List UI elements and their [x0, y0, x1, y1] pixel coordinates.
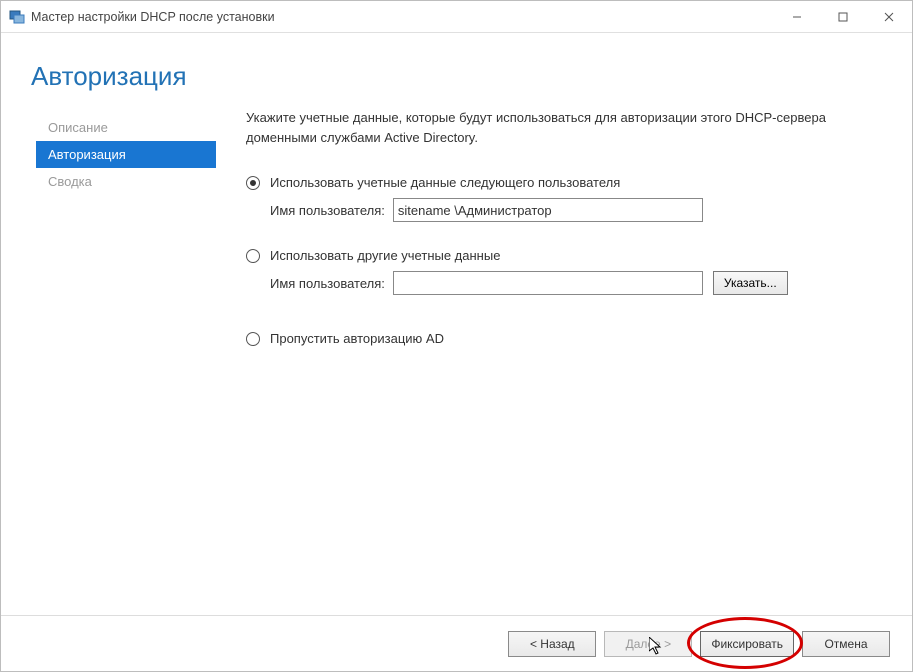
- sidebar-step-description[interactable]: Описание: [36, 114, 216, 141]
- intro-text: Укажите учетные данные, которые будут ис…: [246, 108, 882, 147]
- username-label-following: Имя пользователя:: [270, 203, 385, 218]
- radio-label-skip: Пропустить авторизацию AD: [270, 331, 444, 346]
- maximize-button[interactable]: [820, 1, 866, 32]
- close-button[interactable]: [866, 1, 912, 32]
- option-use-other: Использовать другие учетные данные Имя п…: [246, 248, 882, 295]
- username-label-other: Имя пользователя:: [270, 276, 385, 291]
- titlebar: Мастер настройки DHCP после установки: [1, 1, 912, 33]
- radio-use-other[interactable]: [246, 249, 260, 263]
- option-use-following: Использовать учетные данные следующего п…: [246, 175, 882, 222]
- commit-button[interactable]: Фиксировать: [700, 631, 794, 657]
- back-button[interactable]: < Назад: [508, 631, 596, 657]
- window-controls: [774, 1, 912, 32]
- username-row-other: Имя пользователя: Указать...: [270, 271, 882, 295]
- username-input-other[interactable]: [393, 271, 703, 295]
- radio-label-use-other: Использовать другие учетные данные: [270, 248, 500, 263]
- username-input-following: [393, 198, 703, 222]
- radio-row-use-other[interactable]: Использовать другие учетные данные: [246, 248, 882, 263]
- radio-use-following[interactable]: [246, 176, 260, 190]
- sidebar: Описание Авторизация Сводка: [36, 108, 216, 195]
- option-skip: Пропустить авторизацию AD: [246, 331, 882, 346]
- next-button: Далее >: [604, 631, 692, 657]
- radio-skip[interactable]: [246, 332, 260, 346]
- page-heading: Авторизация: [1, 33, 912, 102]
- specify-button[interactable]: Указать...: [713, 271, 788, 295]
- footer: < Назад Далее > Фиксировать Отмена: [1, 615, 912, 671]
- body: Описание Авторизация Сводка Укажите учет…: [1, 102, 912, 362]
- radio-row-skip[interactable]: Пропустить авторизацию AD: [246, 331, 882, 346]
- radio-row-use-following[interactable]: Использовать учетные данные следующего п…: [246, 175, 882, 190]
- minimize-button[interactable]: [774, 1, 820, 32]
- window: Мастер настройки DHCP после установки Ав…: [0, 0, 913, 672]
- sidebar-step-authorization[interactable]: Авторизация: [36, 141, 216, 168]
- username-row-following: Имя пользователя:: [270, 198, 882, 222]
- app-icon: [9, 9, 25, 25]
- cancel-button[interactable]: Отмена: [802, 631, 890, 657]
- radio-label-use-following: Использовать учетные данные следующего п…: [270, 175, 620, 190]
- sidebar-step-summary[interactable]: Сводка: [36, 168, 216, 195]
- window-title: Мастер настройки DHCP после установки: [31, 10, 774, 24]
- main-area: Укажите учетные данные, которые будут ис…: [216, 108, 912, 362]
